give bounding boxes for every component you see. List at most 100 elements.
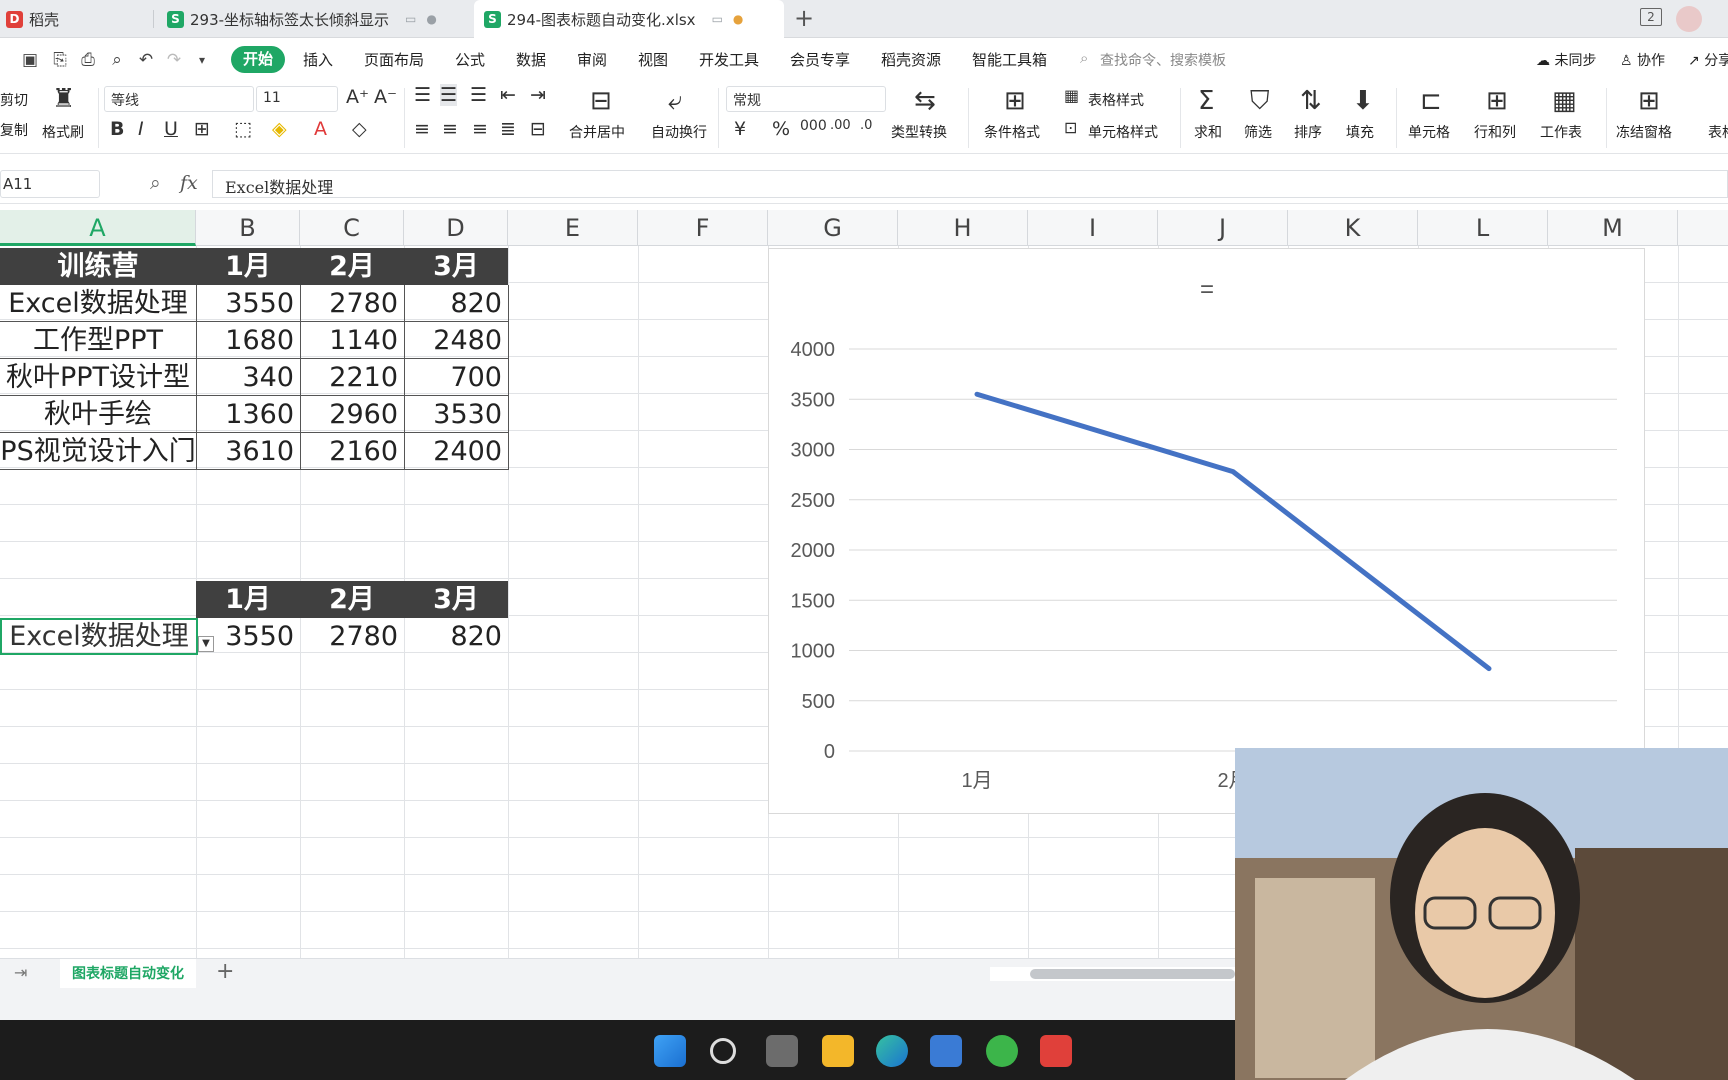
menu-page-layout[interactable]: 页面布局 [364, 49, 424, 70]
font-name-select[interactable]: 等线 [104, 86, 254, 112]
indent-decrease-icon[interactable]: ⇤ [500, 84, 516, 106]
formula-input[interactable]: Excel数据处理 [212, 170, 1728, 198]
table1-value-cell[interactable]: 340 [196, 359, 301, 396]
menu-formulas[interactable]: 公式 [455, 49, 485, 70]
align-left-icon[interactable]: ≡ [414, 118, 430, 140]
borders-icon[interactable]: ⊞ [194, 118, 210, 140]
scrollbar-thumb[interactable] [1030, 969, 1235, 979]
italic-icon[interactable]: I [138, 118, 144, 140]
table2-value-cell[interactable]: 3550 [196, 618, 300, 655]
chart-series-line[interactable] [974, 391, 1492, 672]
fx-icon[interactable]: fx [180, 172, 198, 194]
decrease-decimal-icon[interactable]: .0 [860, 118, 872, 133]
table1-label-cell[interactable]: 秋叶PPT设计型 [0, 359, 197, 396]
decrease-font-icon[interactable]: A⁻ [374, 86, 397, 108]
monitor-icon[interactable]: ▭ [405, 12, 416, 26]
more-chevron-icon[interactable]: ▾ [192, 50, 212, 70]
table1-label-cell[interactable]: PS视觉设计入门 [0, 433, 197, 470]
table1-label-cell[interactable]: Excel数据处理 [0, 285, 197, 322]
sync-status[interactable]: ☁ 未同步 [1536, 50, 1596, 70]
add-sheet-button[interactable]: + [216, 959, 234, 984]
table2-header-cell[interactable]: 3月 [404, 581, 508, 618]
font-size-select[interactable]: 11 [256, 86, 338, 112]
table1-value-cell[interactable]: 3530 [404, 396, 509, 433]
monitor-icon[interactable]: ▭ [712, 12, 723, 26]
redo-icon[interactable]: ↷ [164, 50, 184, 70]
table1-value-cell[interactable]: 3610 [196, 433, 301, 470]
menu-review[interactable]: 审阅 [577, 49, 607, 70]
tab-file-293[interactable]: S 293-坐标轴标签太长倾斜显示 ▭ ● [167, 0, 467, 38]
rows-cols-button[interactable]: 行和列 [1474, 122, 1516, 142]
column-header-f[interactable]: F [638, 210, 768, 246]
cell-border-style-icon[interactable]: ⬚ [234, 118, 252, 140]
table1-label-cell[interactable]: 秋叶手绘 [0, 396, 197, 433]
align-right-icon[interactable]: ≡ [472, 118, 488, 140]
print-icon[interactable]: ⎙ [78, 50, 98, 70]
menu-docer-resources[interactable]: 稻壳资源 [881, 49, 941, 70]
save-icon[interactable]: ▣ [20, 50, 40, 70]
column-header-h[interactable]: H [898, 210, 1028, 246]
align-top-icon[interactable]: ☰ [414, 84, 431, 106]
table1-value-cell[interactable]: 2210 [300, 359, 405, 396]
menu-insert[interactable]: 插入 [303, 49, 333, 70]
cond-format-button[interactable]: 条件格式 [984, 122, 1040, 142]
table1-header-cell[interactable]: 1月 [196, 248, 300, 285]
table1-value-cell[interactable]: 1140 [300, 322, 405, 359]
column-header-c[interactable]: C [300, 210, 404, 246]
table1-value-cell[interactable]: 2780 [300, 285, 405, 322]
table1-value-cell[interactable]: 700 [404, 359, 509, 396]
table-style-button[interactable]: 表格样式 [1088, 90, 1144, 110]
fill-color-icon[interactable]: ◈ [272, 118, 287, 140]
column-header-b[interactable]: B [196, 210, 300, 246]
column-header-m[interactable]: M [1548, 210, 1678, 246]
fill-button[interactable]: 填充 [1346, 122, 1374, 142]
column-header-j[interactable]: J [1158, 210, 1288, 246]
table1-value-cell[interactable]: 1680 [196, 322, 301, 359]
table2-header-cell[interactable]: 2月 [300, 581, 404, 618]
currency-icon[interactable]: ¥ [734, 118, 746, 140]
task-view-icon[interactable] [766, 1035, 798, 1067]
menu-data[interactable]: 数据 [516, 49, 546, 70]
table2-header-cell[interactable]: 1月 [196, 581, 300, 618]
distributed-icon[interactable]: ⊟ [530, 118, 546, 140]
font-color-icon[interactable]: A [314, 118, 327, 140]
menu-member[interactable]: 会员专享 [790, 49, 850, 70]
type-convert-button[interactable]: 类型转换 [891, 122, 947, 142]
wrap-text-button[interactable]: 自动换行 [651, 122, 707, 142]
tab-docer[interactable]: D 稻壳 [6, 0, 152, 38]
freeze-panes-button[interactable]: 冻结窗格 [1616, 122, 1672, 142]
export-pdf-icon[interactable]: ⎘ [50, 50, 70, 70]
justify-icon[interactable]: ≣ [500, 118, 516, 140]
table1-value-cell[interactable]: 2400 [404, 433, 509, 470]
horizontal-scrollbar[interactable] [990, 967, 1235, 981]
undo-icon[interactable]: ↶ [136, 50, 156, 70]
align-middle-icon[interactable]: ☰ [440, 84, 458, 106]
worksheet-button[interactable]: 工作表 [1540, 122, 1582, 142]
table1-label-cell[interactable]: 工作型PPT [0, 322, 197, 359]
sum-button[interactable]: 求和 [1194, 122, 1222, 142]
windows-start-icon[interactable] [654, 1035, 686, 1067]
store-icon[interactable] [930, 1035, 962, 1067]
table1-header-cell[interactable]: 2月 [300, 248, 404, 285]
column-header-a[interactable]: A [0, 210, 196, 246]
increase-decimal-icon[interactable]: .00 [830, 118, 851, 133]
thousands-icon[interactable]: 000 [800, 118, 827, 134]
last-sheet-icon[interactable]: ⇥ [14, 963, 27, 982]
print-preview-icon[interactable]: ⌕ [107, 50, 127, 70]
tab-file-294[interactable]: S 294-图表标题自动变化.xlsx ▭ ● [474, 0, 784, 38]
table-tools-button[interactable]: 表格 [1708, 122, 1728, 142]
table1-value-cell[interactable]: 3550 [196, 285, 301, 322]
merge-center-button[interactable]: 合并居中 [569, 122, 625, 142]
menu-smart-toolbox[interactable]: 智能工具箱 [972, 49, 1047, 70]
table1-header-cell[interactable]: 3月 [404, 248, 508, 285]
copy-button[interactable]: 复制 [0, 120, 28, 140]
window-count-icon[interactable]: 2 [1640, 8, 1662, 26]
table1-value-cell[interactable]: 2480 [404, 322, 509, 359]
table1-value-cell[interactable]: 2960 [300, 396, 405, 433]
line-chart[interactable]: = 05001000150020002500300035004000 1月2月3… [768, 248, 1645, 814]
column-header-i[interactable]: I [1028, 210, 1158, 246]
chart-title[interactable]: = [1200, 276, 1214, 303]
percent-icon[interactable]: % [772, 118, 790, 140]
increase-font-icon[interactable]: A⁺ [346, 86, 369, 108]
table2-value-cell[interactable]: 820 [404, 618, 508, 655]
